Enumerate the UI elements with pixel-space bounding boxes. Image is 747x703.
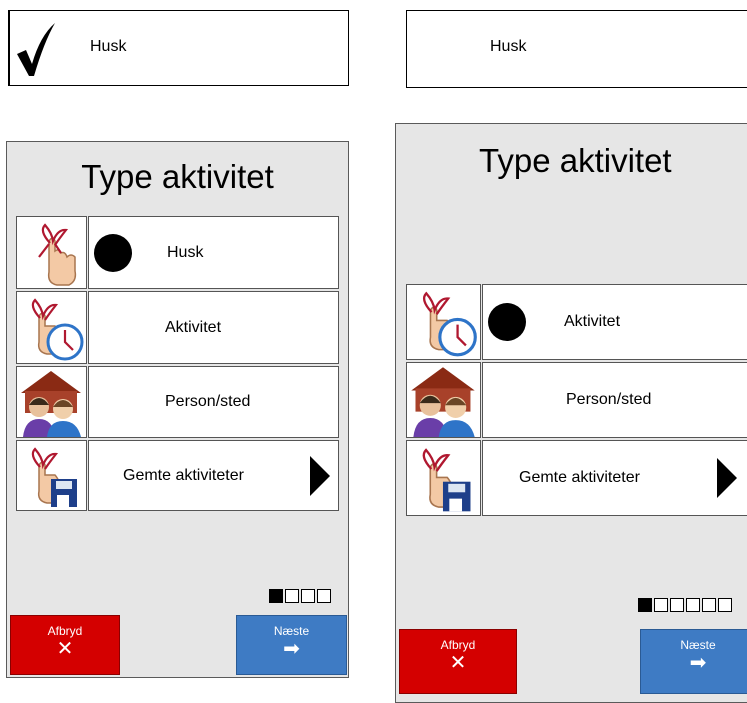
option-gemte-aktiviteter[interactable]: Gemte aktiviteter [482, 440, 747, 516]
option-aktivitet[interactable]: Aktivitet [88, 291, 339, 364]
chevron-right-icon [310, 455, 330, 496]
x-icon: ✕ [449, 652, 467, 674]
page-dot [285, 589, 299, 603]
page-dot [654, 598, 668, 612]
page-dot-active [269, 589, 283, 603]
option-label: Person/sted [566, 391, 652, 408]
panel-title: Type aktivitet [479, 142, 672, 179]
option-person-sted[interactable]: Person/sted [88, 366, 339, 438]
activity-type-panel-right: Type aktivitet Aktivitet Person/sted Gem… [395, 123, 747, 703]
option-label: Gemte aktiviteter [519, 469, 640, 486]
person-place-icon [16, 366, 87, 438]
page-dot-active [638, 598, 652, 612]
activity-type-panel-left: Type aktivitet Husk Aktivitet Person/ste… [6, 141, 349, 678]
saved-activities-icon [406, 440, 481, 516]
reminder-clock-icon [16, 291, 87, 364]
husk-header-label: Husk [90, 38, 127, 55]
cancel-label: Afbryd [47, 624, 83, 638]
option-label: Aktivitet [564, 313, 621, 330]
next-label: Næste [680, 638, 716, 652]
option-husk[interactable]: Husk [88, 216, 339, 289]
cancel-label: Afbryd [440, 638, 476, 652]
x-icon: ✕ [56, 638, 74, 660]
next-button[interactable]: Næste ➡ [640, 629, 747, 694]
arrow-right-icon: ➡ [283, 638, 300, 660]
arrow-right-icon: ➡ [689, 652, 707, 674]
page-dot [718, 598, 732, 612]
page-dot [686, 598, 700, 612]
page-indicator [269, 589, 331, 603]
cancel-button[interactable]: Afbryd ✕ [10, 615, 120, 675]
option-label: Gemte aktiviteter [123, 466, 244, 484]
option-label: Husk [167, 243, 204, 261]
option-label: Aktivitet [165, 318, 222, 336]
cancel-button[interactable]: Afbryd ✕ [399, 629, 517, 694]
page-indicator [638, 598, 732, 612]
option-gemte-aktiviteter[interactable]: Gemte aktiviteter [88, 440, 339, 511]
chevron-right-icon [717, 458, 737, 498]
reminder-clock-icon [406, 284, 481, 360]
saved-activities-icon [16, 440, 87, 511]
person-place-icon [406, 362, 481, 438]
next-label: Næste [273, 624, 310, 638]
husk-header-box-left: Husk [8, 10, 349, 86]
husk-header-label: Husk [490, 38, 527, 55]
page-dot [702, 598, 716, 612]
option-person-sted[interactable]: Person/sted [482, 362, 747, 438]
husk-header-box-right: Husk [406, 10, 747, 88]
reminder-finger-icon [16, 216, 87, 289]
option-aktivitet[interactable]: Aktivitet [482, 284, 747, 360]
checkmark-icon [14, 20, 58, 78]
next-button[interactable]: Næste ➡ [236, 615, 347, 675]
selected-dot-icon [94, 233, 132, 272]
page-dot [301, 589, 315, 603]
selected-dot-icon [488, 303, 526, 341]
panel-title: Type aktivitet [81, 158, 274, 195]
page-dot [317, 589, 331, 603]
page-dot [670, 598, 684, 612]
option-label: Person/sted [165, 393, 251, 410]
